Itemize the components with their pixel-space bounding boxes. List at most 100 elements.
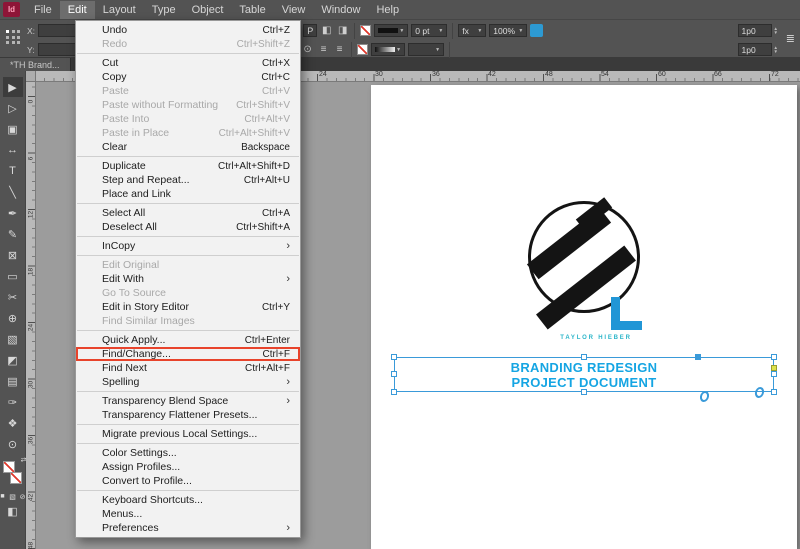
menu-item-menus[interactable]: Menus... (76, 507, 300, 521)
ruler-origin-corner[interactable] (26, 71, 36, 82)
apply-color-button[interactable]: ■ (0, 493, 7, 501)
align-left-button[interactable]: ≡ (317, 43, 330, 56)
flip-horizontal-button[interactable]: ◧ (320, 24, 333, 37)
select-content-button[interactable]: ⊙ (301, 43, 314, 56)
menu-item-find-next[interactable]: Find NextCtrl+Alt+F (76, 361, 300, 375)
menu-item-step-and-repeat[interactable]: Step and Repeat...Ctrl+Alt+U (76, 173, 300, 187)
reference-point-proxy[interactable] (6, 30, 21, 45)
gap-tool[interactable]: ↔ (3, 140, 23, 160)
direct-selection-tool[interactable]: ▷ (3, 98, 23, 118)
menu-item-quick-apply[interactable]: Quick Apply...Ctrl+Enter (76, 333, 300, 347)
selection-handle-middle-left[interactable] (391, 371, 397, 377)
menu-item-transparency-blend-space[interactable]: Transparency Blend Space› (76, 394, 300, 408)
x-position-input[interactable] (38, 24, 80, 37)
gradient-feather-tool[interactable]: ◩ (3, 350, 23, 370)
menu-item-incopy[interactable]: InCopy› (76, 239, 300, 253)
stroke-weight-select[interactable]: 0 pt▼ (411, 24, 447, 37)
menu-item-migrate-previous-local-settings[interactable]: Migrate previous Local Settings... (76, 427, 300, 441)
y-position-input[interactable] (38, 43, 80, 56)
menu-edit[interactable]: Edit (60, 1, 95, 19)
hand-tool[interactable]: ❖ (3, 413, 23, 433)
effects-menu[interactable]: fx▼ (458, 24, 486, 37)
menu-item-convert-to-profile[interactable]: Convert to Profile... (76, 474, 300, 488)
panel-menu-icon[interactable]: ≣ (786, 32, 795, 45)
corner-edit-handle[interactable] (771, 365, 777, 371)
menu-item-paste-in-place[interactable]: Paste in PlaceCtrl+Alt+Shift+V (76, 126, 300, 140)
menu-item-redo[interactable]: RedoCtrl+Shift+Z (76, 37, 300, 51)
row1-stepper[interactable]: ▲▼ (774, 27, 778, 35)
text-frame[interactable] (394, 357, 774, 392)
note-tool[interactable]: ▤ (3, 371, 23, 391)
menu-item-go-to-source[interactable]: Go To Source (76, 286, 300, 300)
vertical-ruler[interactable]: 0 6 12 18 24 30 36 42 48 (26, 82, 36, 549)
flip-vertical-button[interactable]: ◨ (336, 24, 349, 37)
menu-item-cut[interactable]: CutCtrl+X (76, 56, 300, 70)
gradient-swatch-tool[interactable]: ▧ (3, 329, 23, 349)
menu-view[interactable]: View (274, 1, 314, 19)
selection-tool[interactable]: ▶ (3, 77, 23, 97)
menu-help[interactable]: Help (368, 1, 407, 19)
selection-handle-filled[interactable] (695, 354, 701, 360)
menu-item-color-settings[interactable]: Color Settings... (76, 446, 300, 460)
menu-item-paste-into[interactable]: Paste IntoCtrl+Alt+V (76, 112, 300, 126)
menu-item-spelling[interactable]: Spelling› (76, 375, 300, 389)
menu-item-assign-profiles[interactable]: Assign Profiles... (76, 460, 300, 474)
line-tool[interactable]: ╲ (3, 182, 23, 202)
pen-tool[interactable]: ✒ (3, 203, 23, 223)
apply-gradient-button[interactable]: ▧ (9, 493, 17, 501)
menu-object[interactable]: Object (184, 1, 232, 19)
menu-window[interactable]: Window (313, 1, 368, 19)
type-tool[interactable]: T (3, 161, 23, 181)
menu-item-find-change[interactable]: Find/Change...Ctrl+F (76, 347, 300, 361)
row2-measure-input[interactable]: 1p0 (738, 43, 772, 56)
menu-item-duplicate[interactable]: DuplicateCtrl+Alt+Shift+D (76, 159, 300, 173)
menu-item-edit-with[interactable]: Edit With› (76, 272, 300, 286)
menu-item-find-similar-images[interactable]: Find Similar Images (76, 314, 300, 328)
menu-item-preferences[interactable]: Preferences› (76, 521, 300, 535)
stroke-style-select[interactable]: ▼ (374, 24, 408, 37)
menu-item-deselect-all[interactable]: Deselect AllCtrl+Shift+A (76, 220, 300, 234)
align-center-button[interactable]: ≡ (333, 43, 346, 56)
selection-handle-bottom-left[interactable] (391, 389, 397, 395)
menu-item-place-and-link[interactable]: Place and Link (76, 187, 300, 201)
menu-item-select-all[interactable]: Select AllCtrl+A (76, 206, 300, 220)
menu-table[interactable]: Table (231, 1, 273, 19)
menu-file[interactable]: File (26, 1, 60, 19)
free-transform-tool[interactable]: ⊕ (3, 308, 23, 328)
menu-item-undo[interactable]: UndoCtrl+Z (76, 23, 300, 37)
step-down-icon[interactable]: ▼ (774, 31, 778, 35)
row1-measure-input[interactable]: 1p0 (738, 24, 772, 37)
stroke-color-swatch[interactable] (357, 44, 368, 55)
apply-none-button[interactable]: ⊘ (19, 493, 27, 501)
step-down-icon[interactable]: ▼ (774, 50, 778, 54)
menu-item-copy[interactable]: CopyCtrl+C (76, 70, 300, 84)
menu-item-paste-without-formatting[interactable]: Paste without FormattingCtrl+Shift+V (76, 98, 300, 112)
selection-handle-bottom-right[interactable] (771, 389, 777, 395)
menu-item-paste[interactable]: PasteCtrl+V (76, 84, 300, 98)
page-tool[interactable]: ▣ (3, 119, 23, 139)
eyedropper-tool[interactable]: ✑ (3, 392, 23, 412)
menu-item-edit-original[interactable]: Edit Original (76, 258, 300, 272)
menu-item-edit-in-story-editor[interactable]: Edit in Story EditorCtrl+Y (76, 300, 300, 314)
scissors-tool[interactable]: ✂ (3, 287, 23, 307)
menu-item-keyboard-shortcuts[interactable]: Keyboard Shortcuts... (76, 493, 300, 507)
zoom-tool[interactable]: ⊙ (3, 434, 23, 454)
pencil-tool[interactable]: ✎ (3, 224, 23, 244)
selection-handle-bottom-center[interactable] (581, 389, 587, 395)
row2-stepper[interactable]: ▲▼ (774, 46, 778, 54)
opacity-select[interactable]: 100%▼ (489, 24, 527, 37)
selection-handle-middle-right[interactable] (771, 371, 777, 377)
menu-layout[interactable]: Layout (95, 1, 144, 19)
stroke-type-select[interactable]: ▼ (408, 43, 444, 56)
selection-handle-top-right[interactable] (771, 354, 777, 360)
view-mode-button[interactable]: ◧ (3, 501, 23, 521)
rectangle-frame-tool[interactable]: ⊠ (3, 245, 23, 265)
document-tab[interactable]: *TH Brand... (0, 58, 71, 71)
document-page[interactable] (371, 85, 797, 549)
blue-icon-button[interactable] (530, 24, 543, 37)
tools-stroke-swatch[interactable] (10, 472, 22, 484)
rectangle-tool[interactable]: ▭ (3, 266, 23, 286)
menu-item-transparency-flattener-presets[interactable]: Transparency Flattener Presets... (76, 408, 300, 422)
swap-fill-stroke-icon[interactable]: ⇄ (21, 456, 27, 464)
menu-type[interactable]: Type (144, 1, 184, 19)
